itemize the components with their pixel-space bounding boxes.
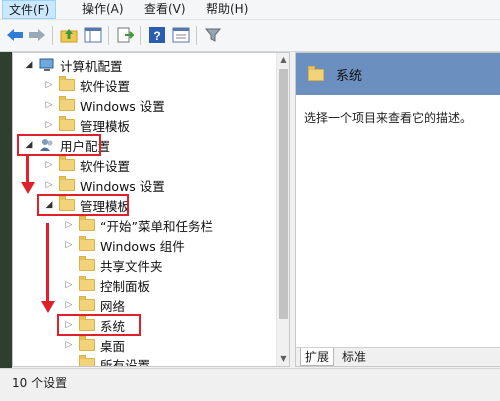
tree-item-control-panel[interactable]: ▷ 控制面板 — [63, 275, 150, 295]
toolbar-separator — [196, 26, 197, 45]
red-arrow-head-icon — [21, 182, 35, 194]
folder-icon — [79, 355, 95, 366]
highlight-admin-templates — [37, 194, 129, 216]
computer-icon — [39, 58, 55, 72]
tree-item-cc-admin[interactable]: ▷ 管理模板 — [43, 115, 130, 135]
tree-label: 控制面板 — [100, 278, 151, 294]
expand-arrow-icon[interactable]: ▷ — [43, 120, 55, 130]
scroll-thumb[interactable] — [279, 69, 288, 319]
folder-icon — [59, 116, 75, 131]
back-icon[interactable] — [4, 24, 26, 46]
details-pane: 系统 选择一个项目来查看它的描述。 扩展 标准 — [295, 52, 500, 367]
folder-icon — [79, 256, 95, 271]
tree-item-network[interactable]: ▷ 网络 — [63, 295, 125, 315]
highlight-user-config — [17, 134, 101, 156]
tree-item-all-settings[interactable]: 所有设置 — [63, 354, 151, 367]
folder-icon — [79, 336, 95, 351]
tree-label: 网络 — [100, 298, 126, 314]
window-frame-edge — [0, 52, 12, 368]
forward-icon[interactable] — [26, 24, 48, 46]
menu-file[interactable]: 文件(F) — [2, 0, 57, 19]
tree-label: 共享文件夹 — [100, 258, 163, 274]
details-title: 系统 — [336, 69, 363, 84]
tree-item-start-menu[interactable]: ▷ “开始”菜单和任务栏 — [63, 215, 213, 235]
red-arrow-head-icon — [41, 301, 55, 313]
tree-label: 管理模板 — [80, 118, 131, 134]
expand-arrow-icon[interactable]: ▷ — [63, 300, 75, 310]
tree-label: 软件设置 — [80, 78, 131, 94]
toolbar-separator — [140, 26, 141, 45]
tree-label: Windows 组件 — [100, 238, 185, 254]
menu-help[interactable]: 帮助(H) — [200, 0, 254, 19]
expand-arrow-icon[interactable]: ▷ — [63, 340, 75, 350]
tree-item-computer-config[interactable]: ◢ 计算机配置 — [23, 55, 123, 75]
folder-icon — [59, 96, 75, 111]
tree-label: 桌面 — [100, 338, 126, 354]
tree-label: Windows 设置 — [80, 98, 165, 114]
menu-bar: 文件(F) 操作(A) 查看(V) 帮助(H) — [0, 0, 500, 20]
folder-icon — [59, 76, 75, 91]
tree-label: 软件设置 — [80, 158, 131, 174]
menu-action[interactable]: 操作(A) — [76, 0, 130, 19]
expand-arrow-icon[interactable]: ▷ — [43, 80, 55, 90]
tree-label: 所有设置 — [100, 357, 151, 367]
expand-arrow-icon[interactable]: ▷ — [63, 280, 75, 290]
tree-item-shared-folders[interactable]: 共享文件夹 — [63, 255, 163, 275]
filter-icon[interactable] — [202, 24, 224, 46]
tree-label: “开始”菜单和任务栏 — [100, 218, 213, 234]
view-tabs: 扩展 标准 — [296, 347, 500, 366]
folder-icon — [79, 296, 95, 311]
tab-standard[interactable]: 标准 — [338, 348, 370, 366]
collapse-arrow-icon[interactable]: ◢ — [23, 60, 35, 70]
expand-arrow-icon[interactable]: ▷ — [63, 240, 75, 250]
tree-item-uc-windows[interactable]: ▷ Windows 设置 — [43, 175, 165, 195]
status-text: 10 个设置 — [12, 376, 68, 390]
tree-item-cc-windows[interactable]: ▷ Windows 设置 — [43, 95, 165, 115]
folder-icon — [79, 276, 95, 291]
folder-icon — [59, 176, 75, 191]
tree-label: 计算机配置 — [60, 58, 123, 74]
menu-view[interactable]: 查看(V) — [138, 0, 192, 19]
help-icon[interactable]: ? — [146, 24, 168, 46]
tree-item-cc-software[interactable]: ▷ 软件设置 — [43, 75, 130, 95]
show-hide-tree-icon[interactable] — [82, 24, 104, 46]
red-arrow-line — [26, 156, 29, 184]
tree-pane[interactable]: ◢ 计算机配置 ▷ 软件设置 ▷ Windows 设置 ▷ 管理模板 ◢ 用户配… — [12, 52, 290, 367]
scroll-down-icon[interactable]: ▼ — [277, 352, 289, 366]
svg-text:?: ? — [153, 29, 160, 43]
folder-icon — [79, 216, 95, 231]
toolbar: ? — [0, 20, 500, 52]
status-bar: 10 个设置 — [0, 368, 500, 401]
toolbar-separator — [52, 26, 53, 45]
scroll-up-icon[interactable]: ▲ — [277, 53, 289, 67]
red-arrow-line — [46, 223, 49, 303]
tree-label: Windows 设置 — [80, 178, 165, 194]
folder-icon — [59, 156, 75, 171]
expand-arrow-icon[interactable]: ▷ — [43, 100, 55, 110]
tree-item-uc-software[interactable]: ▷ 软件设置 — [43, 155, 130, 175]
properties-icon[interactable] — [170, 24, 192, 46]
expand-arrow-icon[interactable]: ▷ — [43, 160, 55, 170]
tree-scrollbar[interactable]: ▲ ▼ — [276, 53, 289, 366]
folder-icon — [308, 66, 324, 81]
expand-arrow-icon[interactable]: ▷ — [63, 220, 75, 230]
expand-arrow-icon[interactable]: ▷ — [43, 180, 55, 190]
toolbar-separator — [108, 26, 109, 45]
tab-extended[interactable]: 扩展 — [300, 348, 335, 366]
tree-item-desktop[interactable]: ▷ 桌面 — [63, 335, 125, 355]
folder-icon — [79, 236, 95, 251]
tree-item-windows-components[interactable]: ▷ Windows 组件 — [63, 235, 185, 255]
up-folder-icon[interactable] — [58, 24, 80, 46]
export-list-icon[interactable] — [114, 24, 136, 46]
details-description: 选择一个项目来查看它的描述。 — [304, 111, 473, 125]
highlight-system — [57, 314, 141, 336]
details-header: 系统 — [296, 53, 500, 95]
